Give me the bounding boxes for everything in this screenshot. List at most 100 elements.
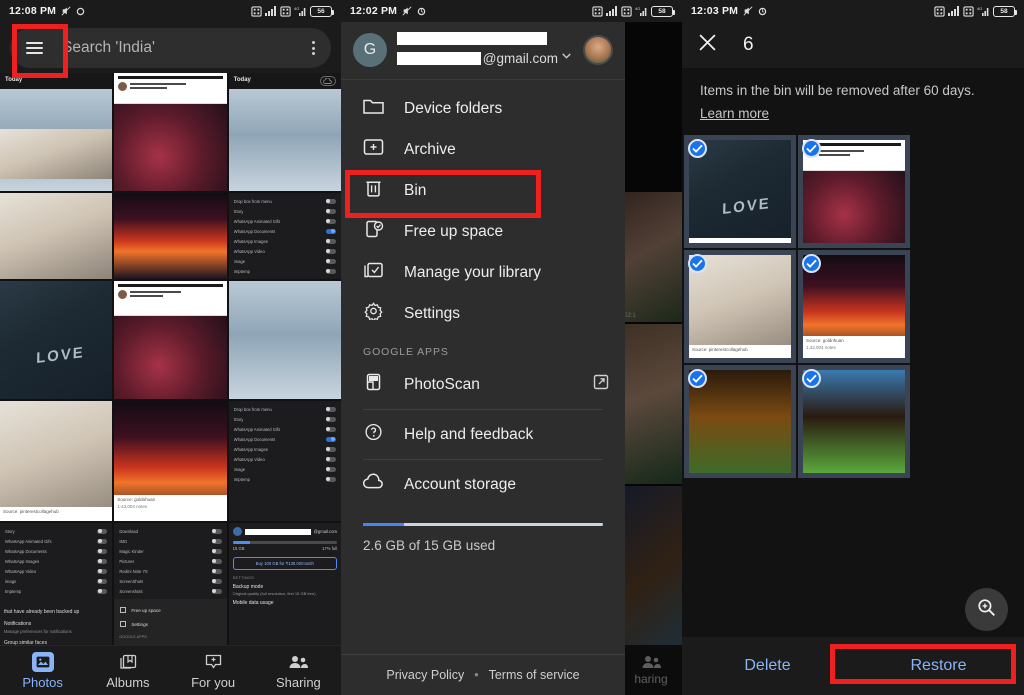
toggle-switch[interactable] xyxy=(97,538,108,544)
toggle-switch[interactable] xyxy=(325,456,336,462)
drawer-item-account-storage[interactable]: Account storage xyxy=(341,464,625,505)
settings-toggle-row[interactable]: WhatsApp Video xyxy=(4,566,108,576)
settings-toggle-row[interactable]: Story xyxy=(233,206,337,216)
nav-item-photos[interactable]: Photos xyxy=(0,651,85,690)
toggle-switch[interactable] xyxy=(325,446,336,452)
settings-toggle-row[interactable]: tmptemp xyxy=(233,266,337,276)
grid-cell[interactable] xyxy=(114,73,227,191)
settings-toggle-row[interactable]: Magic Kinder xyxy=(118,546,222,556)
drawer-item-bin[interactable]: Bin xyxy=(341,170,625,211)
avatar[interactable] xyxy=(583,34,613,65)
grid-cell[interactable] xyxy=(0,193,113,279)
toggle-switch[interactable] xyxy=(325,208,336,214)
settings-toggle-row[interactable]: WhatsApp Animated Gifs xyxy=(233,216,337,226)
toggle-switch[interactable] xyxy=(211,568,222,574)
settings-toggle-row[interactable]: image xyxy=(4,576,108,586)
settings-toggle-row[interactable]: image xyxy=(233,464,337,474)
toggle-switch[interactable] xyxy=(211,558,222,564)
drawer-mini-row[interactable]: Free up space xyxy=(119,603,221,617)
grid-cell[interactable]: Source: goldnhuan 1:43,004 notes xyxy=(114,401,227,521)
settings-toggle-row[interactable]: WhatsApp Documents xyxy=(233,434,337,444)
bin-item-birthday-cake-candles-photo[interactable] xyxy=(684,365,796,479)
toggle-switch[interactable] xyxy=(211,578,222,584)
settings-toggle-row[interactable]: WhatsApp Video xyxy=(233,246,337,256)
settings-toggle-row[interactable]: ScreenShots xyxy=(118,576,222,586)
settings-toggle-row[interactable]: Download xyxy=(118,526,222,536)
grid-cell[interactable]: Drop box from menu Story WhatsApp Animated… xyxy=(228,401,341,521)
settings-toggle-row[interactable]: WhatsApp Documents xyxy=(4,546,108,556)
account-header[interactable]: G @gmail.com xyxy=(341,22,625,80)
hamburger-menu-button[interactable] xyxy=(16,30,52,66)
search-input[interactable]: Search 'India' xyxy=(62,39,308,57)
toggle-switch[interactable] xyxy=(211,548,222,554)
toggle-switch[interactable] xyxy=(97,588,108,594)
toggle-switch[interactable] xyxy=(325,406,336,412)
terms-of-service-link[interactable]: Terms of service xyxy=(489,668,580,682)
nav-item-albums[interactable]: Albums xyxy=(85,652,170,690)
toggle-switch[interactable] xyxy=(325,258,336,264)
grid-cell[interactable]: @gmail.com 15 GB 17% full Buy 100 GB for… xyxy=(228,523,341,645)
nav-item-for-you[interactable]: For you xyxy=(171,652,256,690)
grid-cell[interactable] xyxy=(114,281,227,399)
preference-title[interactable]: that have already been backed up xyxy=(4,609,108,615)
drawer-item-help-and-feedback[interactable]: Help and feedback xyxy=(341,414,625,455)
settings-toggle-row[interactable]: Screenshots xyxy=(118,586,222,596)
settings-toggle-row[interactable]: tmptemp xyxy=(233,474,337,484)
settings-toggle-row[interactable]: image xyxy=(233,256,337,266)
settings-toggle-row[interactable]: WhatsApp Images xyxy=(233,444,337,454)
toggle-switch[interactable] xyxy=(325,248,336,254)
grid-cell[interactable]: Story WhatsApp Animated Gifs WhatsApp Docu… xyxy=(0,523,113,645)
settings-toggle-row[interactable]: Drop box from menu xyxy=(233,404,337,414)
drawer-item-settings[interactable]: Settings xyxy=(341,293,625,334)
drawer-item-manage-your-library[interactable]: Manage your library xyxy=(341,252,625,293)
toggle-switch[interactable] xyxy=(211,538,222,544)
toggle-switch[interactable] xyxy=(325,426,336,432)
toggle-switch[interactable] xyxy=(97,568,108,574)
cloud-upload-icon[interactable] xyxy=(319,76,336,86)
settings-toggle-row[interactable]: WhatsApp Animated Gifs xyxy=(4,536,108,546)
drawer-item-free-up-space[interactable]: Free up space xyxy=(341,211,625,252)
drawer-item-device-folders[interactable]: Device folders xyxy=(341,88,625,129)
chevron-down-icon[interactable] xyxy=(560,49,573,67)
toggle-switch[interactable] xyxy=(97,548,108,554)
grid-cell[interactable]: Today xyxy=(0,73,113,191)
buy-storage-button[interactable]: Buy 100 GB for ₹130.00/month xyxy=(232,556,337,570)
external-link-icon[interactable] xyxy=(593,374,609,395)
settings-toggle-row[interactable]: WhatsApp Video xyxy=(233,454,337,464)
drawer-item-photoscan[interactable]: PhotoScan xyxy=(341,364,625,405)
toggle-switch[interactable] xyxy=(97,558,108,564)
settings-toggle-row[interactable]: Pictures xyxy=(118,556,222,566)
bin-item-instagram-flowers-screenshot[interactable] xyxy=(798,135,910,249)
account-email-row[interactable]: @gmail.com xyxy=(397,49,573,67)
drawer-mini-row[interactable]: Settings xyxy=(119,617,221,631)
toggle-switch[interactable] xyxy=(97,528,108,534)
toggle-switch[interactable] xyxy=(325,198,336,204)
toggle-switch[interactable] xyxy=(325,416,336,422)
toggle-switch[interactable] xyxy=(325,228,336,234)
learn-more-link[interactable]: Learn more xyxy=(700,106,769,121)
settings-toggle-row[interactable]: WhatsApp Animated Gifs xyxy=(233,424,337,434)
kebab-icon[interactable] xyxy=(308,37,319,59)
search-bar[interactable]: Search 'India' xyxy=(10,28,331,68)
toggle-switch[interactable] xyxy=(211,528,222,534)
grid-cell[interactable] xyxy=(0,281,113,399)
close-icon[interactable] xyxy=(698,33,717,57)
bin-item-room-interior-photo[interactable]: Source: pinterestcollagehub xyxy=(684,250,796,364)
settings-toggle-row[interactable]: Redmi Note 7S xyxy=(118,566,222,576)
settings-toggle-row[interactable]: WhatsApp Documents xyxy=(233,226,337,236)
bin-item-sunset-train-window-photo[interactable]: Source: goldnhuan 1,43,004 notes xyxy=(798,250,910,364)
grid-cell[interactable]: Download IMG Magic Kinder Pictures Redmi Not… xyxy=(114,523,227,645)
zoom-in-button[interactable] xyxy=(965,588,1008,631)
settings-toggle-row[interactable]: WhatsApp Images xyxy=(4,556,108,566)
settings-toggle-row[interactable]: Drop box from menu xyxy=(233,196,337,206)
grid-cell[interactable] xyxy=(228,281,341,399)
toggle-switch[interactable] xyxy=(325,466,336,472)
toggle-switch[interactable] xyxy=(211,588,222,594)
delete-button[interactable]: Delete xyxy=(682,657,853,675)
drawer-item-archive[interactable]: Archive xyxy=(341,129,625,170)
bin-item-love-street-photo[interactable] xyxy=(684,135,796,249)
bin-item-birthday-cake-photo[interactable] xyxy=(798,365,910,479)
toggle-switch[interactable] xyxy=(325,218,336,224)
privacy-policy-link[interactable]: Privacy Policy xyxy=(386,668,464,682)
nav-item-sharing[interactable]: Sharing xyxy=(256,652,341,690)
